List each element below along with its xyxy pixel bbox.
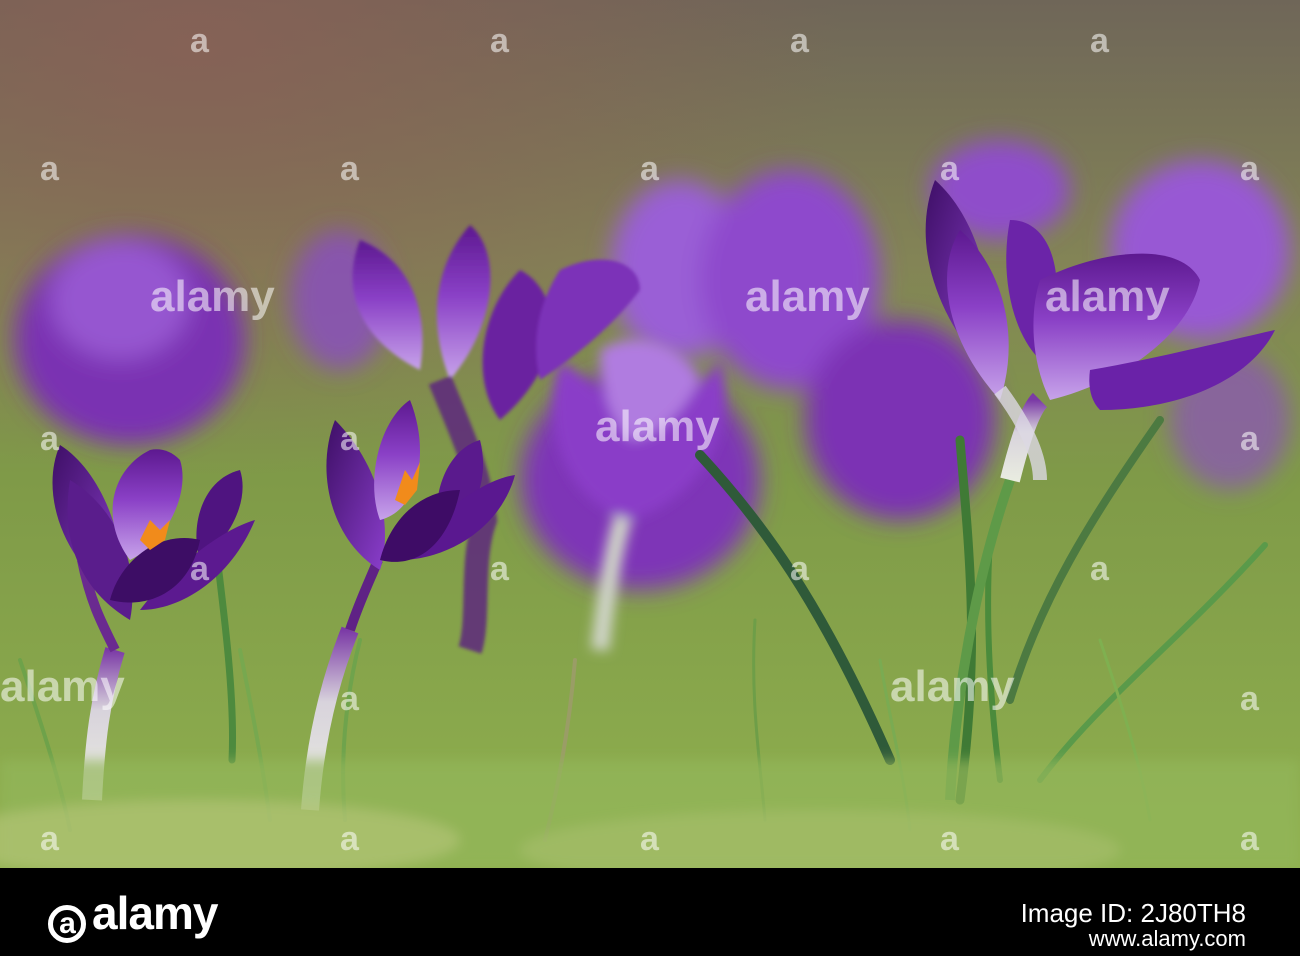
crocus-photo bbox=[0, 0, 1300, 868]
stock-photo-page: a a a a a a a a a alamy alamy alamy alam… bbox=[0, 0, 1300, 956]
alamy-logo-text: alamy bbox=[92, 887, 218, 939]
crocus-photo-illustration bbox=[0, 0, 1300, 868]
alamy-logo-icon: a bbox=[48, 905, 86, 943]
alamy-logo[interactable]: a alamy bbox=[48, 886, 218, 943]
image-id: Image ID: 2J80TH8 bbox=[1020, 898, 1246, 928]
site-url[interactable]: www.alamy.com bbox=[1089, 926, 1246, 952]
footer-bar: a alamy Image ID: 2J80TH8 www.alamy.com bbox=[0, 868, 1300, 956]
foreground-grass bbox=[0, 760, 1300, 868]
